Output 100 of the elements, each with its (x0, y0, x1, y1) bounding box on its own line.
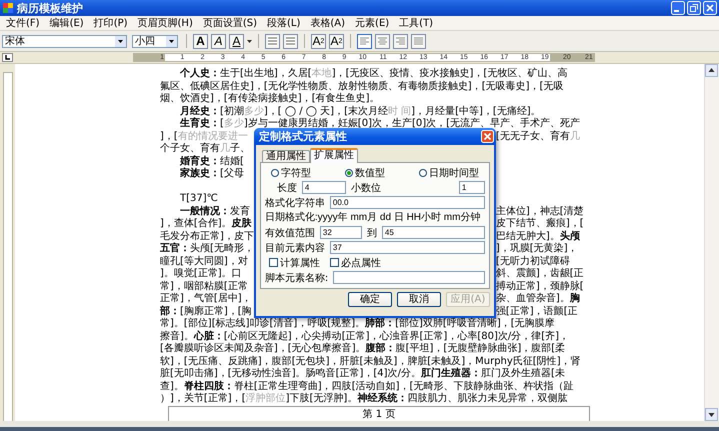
menu-item[interactable]: 段落(L) (265, 16, 308, 30)
text-line: 氟区、低碘区居住史]，[无化学性物质、放射性物质、有毒物质接触史]，[无吸毒史]，[无吸 (160, 80, 564, 92)
align-left-icon (358, 35, 371, 47)
text-line: ]。嗅觉[正常]。口 (160, 268, 243, 280)
input-field[interactable]: 45 (382, 226, 485, 239)
menu-item[interactable]: 表格(A) (308, 16, 354, 30)
text-line: 查]。脊柱四肢：脊柱[正常生理弯曲]，四肢[活动自如]，[无畸形、下肢静脉曲张、杵状指（趾 (160, 380, 574, 392)
underline-button[interactable]: A (229, 34, 244, 48)
tab[interactable]: 通用属性 (262, 150, 310, 162)
menu-item[interactable]: 页面设置(S) (200, 16, 266, 30)
justify-button[interactable] (411, 34, 426, 48)
field-label: 格式化字符串 (264, 196, 325, 210)
text-line: 月经史：[初潮多少]，[ ◯ / ◯ 天]，[末次月经时 间]，月经量[中等]，[无痛经]。 (179, 106, 542, 117)
text-line: ]，查体[合作]。皮肤 (160, 218, 253, 230)
text-line: 皮下结节、瘢痕]，[ (496, 218, 585, 230)
input-field[interactable]: 1 (458, 181, 485, 194)
tab[interactable]: 扩展属性 (310, 148, 358, 162)
input-field[interactable]: 4 (302, 181, 346, 194)
close-icon[interactable] (703, 1, 717, 15)
checkbox[interactable]: 必点属性 (330, 256, 381, 270)
text-line: 擦音]。心脏：[心前区无隆起]，心尖搏动[正常]，心浊音界[正常]，心率[80]次/分，律[齐]， (160, 330, 570, 342)
italic-button[interactable]: A (211, 34, 226, 48)
field-label: 目前元素内容 (264, 242, 325, 254)
radio-button[interactable]: 日期时间型 (418, 166, 479, 180)
input-field[interactable]: 37 (330, 241, 485, 254)
text-line: [无听力初试障碍 (496, 256, 571, 268)
text-line: T[37]℃ (179, 193, 219, 206)
text-line: 一般情况：发育 (179, 206, 251, 218)
text-line: 部：[胸廓正常]，[胸 (160, 306, 253, 318)
text-line: 脏[无叩击痛]，[无移动性浊音]。肠鸣音[正常]，[4]次/分。肛门生殖器：肛门及外生殖器[未 (160, 368, 566, 380)
text-line: 五官：头颅[无畸形， (160, 243, 254, 256)
text-line: ]，巩膜[无黄染]， (496, 243, 579, 256)
text-line: 软]，[无压痛、反跳痛]，腹部[无包块]，肝脏[未触及]，脾脏[未触及]，Murphy氏征[阴性]，肾 (160, 356, 582, 367)
text-line: 烟、饮酒史]，[有传染病接触史]，[有食生鱼史]。 (160, 93, 381, 106)
list-icon (284, 35, 297, 47)
text-line: 杂、血管杂音]。胸 (496, 293, 581, 306)
field-label: 脚本元素名称: (264, 272, 328, 284)
align-center-icon (376, 35, 389, 47)
text-line: 正常]，气管[居中]， (160, 293, 253, 306)
dropdown-caret-icon[interactable] (247, 38, 252, 44)
list-icon (266, 35, 279, 47)
text-line: 强[正常]，语颤[正 (496, 306, 579, 318)
text-line: 家族史：[父母 (179, 168, 245, 180)
field-label: 有效值范围 (264, 226, 315, 240)
minimize-icon[interactable] (671, 1, 685, 15)
bullets-button[interactable] (265, 34, 280, 48)
text-line: [各瓣膜听诊区未闻及杂音]，[无心包摩擦音]。腹部：腹[平坦]，[无腹壁静脉曲张]，腹部[柔 (160, 343, 566, 356)
menu-item[interactable]: 打印(P) (92, 16, 136, 30)
field-label: 小数位 (350, 182, 381, 194)
window-title: 病历模板维护 (17, 0, 84, 16)
menu-item[interactable]: 元素(E) (353, 16, 398, 30)
cancel-button[interactable]: 取消 (396, 292, 441, 306)
input-field[interactable] (333, 271, 485, 284)
field-label: 到 (366, 226, 377, 240)
align-left-button[interactable] (357, 34, 372, 48)
justify-icon (412, 35, 425, 47)
checkbox[interactable]: 计算属性 (268, 256, 320, 270)
text-line: ]，[有的情况要进一 (160, 130, 249, 142)
field-label: 长度 (276, 182, 297, 194)
date-format-hint: 日期格式化:yyyy年 mm月 dd 日 HH小时 mm分钟 (264, 210, 480, 224)
menu-item[interactable]: 编辑(E) (48, 16, 92, 30)
text-line: [无无子女、育有几 (496, 130, 581, 143)
text-line: 搏动正常]，颈静脉[ (496, 280, 585, 292)
input-field[interactable]: 32 (320, 226, 362, 239)
text-line: 常]，咽部粘膜[正常 (160, 280, 249, 292)
font-size-combo[interactable]: 小四 (132, 34, 178, 48)
restore-icon[interactable] (687, 1, 701, 15)
scroll-down-icon[interactable] (705, 408, 718, 421)
menu-item[interactable]: 页眉页脚(H) (136, 16, 201, 30)
ok-button[interactable]: 确定 (348, 292, 392, 306)
page-number: 第 1 页 (362, 408, 396, 420)
menu-item[interactable]: 工具(T) (397, 16, 442, 30)
scrollbar[interactable] (704, 64, 719, 421)
text-line: 毛发分布正常]，皮下 (160, 230, 254, 242)
text-line: 巴结无肿大]。头颅 (496, 230, 581, 242)
text-line: 主体位]，神志[清楚 (496, 206, 585, 218)
superscript-button[interactable]: A$^{2}$ (311, 34, 326, 48)
text-line: 斜、震颤]，齿龈[正 (496, 268, 585, 280)
radio-button[interactable]: 数值型 (344, 166, 385, 180)
text-line: 瞳孔[等大同圆]，对 (160, 256, 249, 268)
text-line: ）]，关节[正常]，[浮肿部位]下肢[无浮肿]。神经系统：四肢肌力、肌张力未见异常，双侧肱 (160, 393, 568, 406)
text-line: 生育史：[多少]岁与一健康男结婚，妊娠[0]次，生产[0]次，[无流产、早产、手术产、死产 (178, 118, 582, 130)
numbering-button[interactable] (283, 34, 298, 48)
app-icon (3, 3, 13, 13)
text-line: 个子女、育有几子、 (160, 143, 251, 155)
align-right-button[interactable] (393, 34, 408, 48)
align-right-icon (394, 35, 407, 47)
font-name-combo[interactable]: 宋体 (2, 34, 127, 48)
scroll-up-icon[interactable] (705, 64, 718, 77)
bold-button[interactable]: A (193, 34, 208, 48)
radio-button[interactable]: 字符型 (270, 166, 311, 180)
text-line: 个人史：生于[出生地]，久居[本地]，[无疫区、疫情、疫水接触史]，[无牧区、矿山、高 (179, 68, 568, 80)
dialog-title: 定制格式元素属性 (258, 128, 347, 144)
tab-stop-icon[interactable] (2, 53, 13, 62)
menu-item[interactable]: 文件(F) (4, 16, 48, 30)
close-icon[interactable] (480, 130, 494, 142)
align-center-button[interactable] (375, 34, 390, 48)
text-line: 常]。[部位][标志线]叩诊[清音]，呼吸[规整]。肺部：[部位]双肺[呼吸音清晰]，[无胸膜摩 (160, 318, 556, 330)
input-field[interactable]: 00.0 (330, 196, 485, 209)
text-line: 婚育史：结婚[ (178, 156, 245, 167)
